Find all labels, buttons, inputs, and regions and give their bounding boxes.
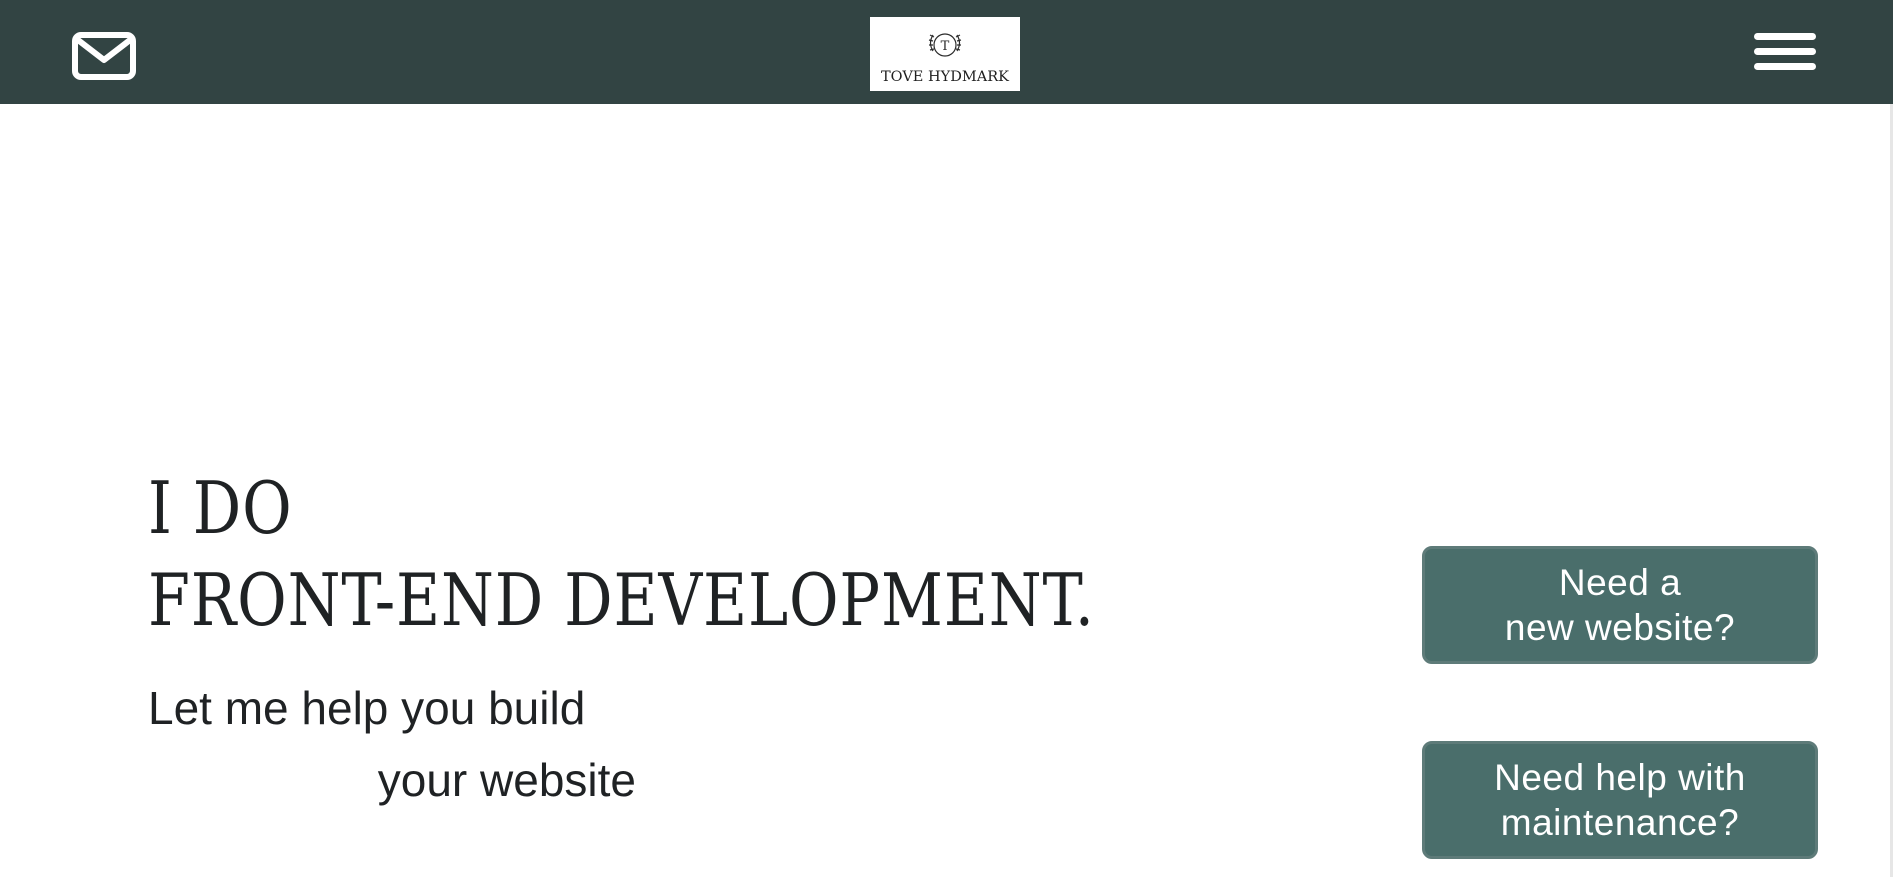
new-website-button-line-1: Need a: [1558, 562, 1682, 603]
hero-subline: Let me help you build your website: [148, 672, 636, 816]
hero-headline: I DO FRONT-END DEVELOPMENT.: [148, 462, 1095, 646]
logo-monogram: T: [941, 39, 950, 54]
maintenance-button-line-2: maintenance?: [1500, 802, 1740, 843]
subline-line-1: Let me help you build: [148, 682, 586, 734]
new-website-button-line-2: new website?: [1504, 607, 1736, 648]
site-logo[interactable]: T TOVE HYDMARK: [870, 17, 1020, 91]
headline-line-2: FRONT-END DEVELOPMENT.: [148, 558, 1095, 642]
menu-bar-line: [1754, 63, 1816, 70]
top-navigation-bar: T TOVE HYDMARK: [0, 0, 1893, 104]
subline-line-2: your website: [377, 754, 636, 806]
headline-line-1: I DO: [148, 466, 293, 550]
maintenance-button[interactable]: Need help with maintenance?: [1422, 741, 1818, 859]
logo-name: TOVE HYDMARK: [881, 69, 1010, 85]
maintenance-button-line-1: Need help with: [1494, 757, 1746, 798]
menu-bar-line: [1754, 33, 1816, 40]
envelope-icon[interactable]: [72, 32, 136, 80]
new-website-button[interactable]: Need a new website?: [1422, 546, 1818, 664]
hamburger-menu-icon[interactable]: [1754, 31, 1818, 73]
menu-bar-line: [1754, 48, 1816, 55]
